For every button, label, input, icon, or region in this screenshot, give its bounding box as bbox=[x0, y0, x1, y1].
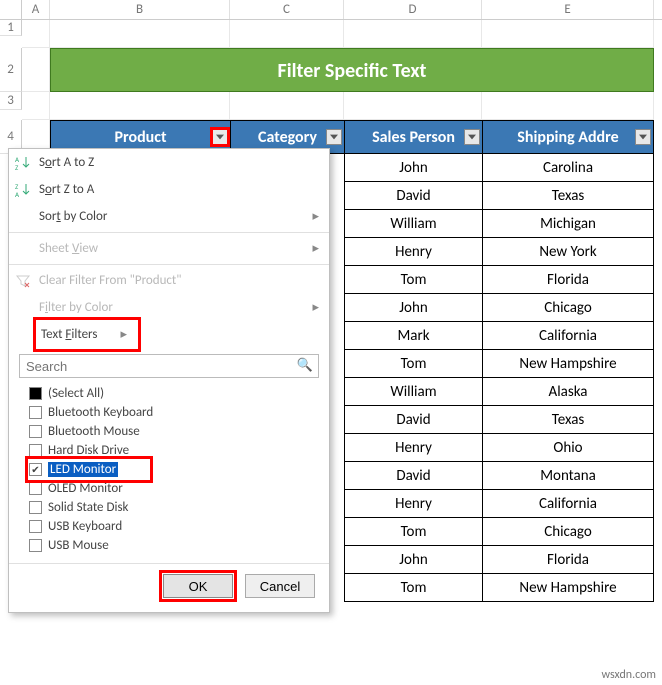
select-all-corner[interactable] bbox=[0, 0, 22, 19]
table-row: JohnChicago bbox=[344, 294, 662, 322]
cell-addr[interactable]: Ohio bbox=[482, 434, 654, 462]
col-header-C[interactable]: C bbox=[230, 0, 344, 19]
cell-addr[interactable]: Texas bbox=[482, 182, 654, 210]
sort-az-icon: AZ bbox=[15, 155, 31, 171]
check-item[interactable]: USB Mouse bbox=[29, 536, 319, 555]
th-category-label: Category bbox=[258, 128, 317, 147]
cell-person[interactable]: John bbox=[344, 294, 482, 322]
table-row: HenryOhio bbox=[344, 434, 662, 462]
table-row: DavidTexas bbox=[344, 182, 662, 210]
menu-text-filters[interactable]: Text Filters bbox=[37, 321, 137, 348]
page-title: Filter Specific Text bbox=[50, 48, 654, 92]
table-row: TomNew Hampshire bbox=[344, 350, 662, 378]
table-row: HenryNew York bbox=[344, 238, 662, 266]
filter-search[interactable]: 🔍 bbox=[19, 354, 319, 378]
menu-sort-az[interactable]: AZ Sort A to Z bbox=[9, 149, 329, 176]
filter-button-category[interactable] bbox=[326, 129, 342, 145]
cell-addr[interactable]: Florida bbox=[482, 266, 654, 294]
cell-person[interactable]: Henry bbox=[344, 238, 482, 266]
col-header-A[interactable]: A bbox=[22, 0, 50, 19]
cell-person[interactable]: John bbox=[344, 154, 482, 182]
row-header-2[interactable]: 2 bbox=[0, 48, 22, 92]
filter-button-addr[interactable] bbox=[635, 129, 651, 145]
cell-addr[interactable]: California bbox=[482, 490, 654, 518]
table-row: JohnFlorida bbox=[344, 546, 662, 574]
check-select-all[interactable]: (Select All) bbox=[29, 384, 319, 403]
cell-person[interactable]: Tom bbox=[344, 518, 482, 546]
menu-sort-color[interactable]: Sort by Color bbox=[9, 203, 329, 230]
search-icon: 🔍 bbox=[297, 358, 313, 373]
cell-addr[interactable]: New York bbox=[482, 238, 654, 266]
cell-person[interactable]: John bbox=[344, 546, 482, 574]
th-person-label: Sales Person bbox=[372, 128, 455, 147]
svg-text:Z: Z bbox=[15, 163, 19, 171]
table-row: WilliamMichigan bbox=[344, 210, 662, 238]
menu-sheet-view: Sheet View bbox=[9, 235, 329, 262]
cell-person[interactable]: Henry bbox=[344, 434, 482, 462]
col-header-E[interactable]: E bbox=[482, 0, 654, 19]
cell-person[interactable]: Henry bbox=[344, 490, 482, 518]
check-led-monitor[interactable]: ✔LED Monitor bbox=[29, 460, 149, 479]
check-item[interactable]: Solid State Disk bbox=[29, 498, 319, 517]
watermark: wsxdn.com bbox=[601, 668, 656, 682]
table-row: JohnCarolina bbox=[344, 154, 662, 182]
filter-search-input[interactable] bbox=[19, 354, 319, 378]
table-row: WilliamAlaska bbox=[344, 378, 662, 406]
th-addr-label: Shipping Addre bbox=[517, 128, 618, 147]
filter-check-list: (Select All) Bluetooth Keyboard Bluetoot… bbox=[29, 384, 319, 555]
table-row: MarkCalifornia bbox=[344, 322, 662, 350]
table-row: DavidMontana bbox=[344, 462, 662, 490]
th-product-label: Product bbox=[114, 128, 166, 147]
filter-button-product[interactable] bbox=[212, 129, 228, 145]
col-header-B[interactable]: B bbox=[50, 0, 230, 19]
table-row: HenryCalifornia bbox=[344, 490, 662, 518]
cell-person[interactable]: Tom bbox=[344, 574, 482, 602]
row-header-1[interactable]: 1 bbox=[0, 20, 22, 36]
check-item[interactable]: OLED Monitor bbox=[29, 479, 319, 498]
col-header-D[interactable]: D bbox=[344, 0, 482, 19]
check-item[interactable]: Hard Disk Drive bbox=[29, 441, 319, 460]
cell-person[interactable]: Tom bbox=[344, 350, 482, 378]
cell-person[interactable]: David bbox=[344, 406, 482, 434]
menu-filter-color: Filter by Color bbox=[9, 294, 329, 321]
table-row: TomChicago bbox=[344, 518, 662, 546]
cell-addr[interactable]: Chicago bbox=[482, 518, 654, 546]
table-row: TomFlorida bbox=[344, 266, 662, 294]
cell-addr[interactable]: Chicago bbox=[482, 294, 654, 322]
cell-person[interactable]: William bbox=[344, 210, 482, 238]
cell-addr[interactable]: Florida bbox=[482, 546, 654, 574]
sort-za-icon: ZA bbox=[15, 182, 31, 198]
cell-addr[interactable]: Alaska bbox=[482, 378, 654, 406]
row-header-3[interactable]: 3 bbox=[0, 92, 22, 110]
cell-person[interactable]: Tom bbox=[344, 266, 482, 294]
svg-text:A: A bbox=[15, 190, 20, 198]
cell-person[interactable]: David bbox=[344, 462, 482, 490]
th-person: Sales Person bbox=[344, 120, 482, 154]
cell-person[interactable]: William bbox=[344, 378, 482, 406]
filter-menu: AZ Sort A to Z ZA Sort Z to A Sort by Co… bbox=[8, 148, 330, 613]
cell-addr[interactable]: Texas bbox=[482, 406, 654, 434]
cell-addr[interactable]: New Hampshire bbox=[482, 574, 654, 602]
check-item[interactable]: Bluetooth Keyboard bbox=[29, 403, 319, 422]
table-row: TomNew Hampshire bbox=[344, 574, 662, 602]
column-header-row: A B C D E bbox=[0, 0, 662, 20]
cancel-button[interactable]: Cancel bbox=[245, 574, 315, 598]
filter-button-person[interactable] bbox=[464, 129, 480, 145]
cell-addr[interactable]: Michigan bbox=[482, 210, 654, 238]
cell-addr[interactable]: Carolina bbox=[482, 154, 654, 182]
cell-person[interactable]: Mark bbox=[344, 322, 482, 350]
cell-addr[interactable]: New Hampshire bbox=[482, 350, 654, 378]
cell-person[interactable]: David bbox=[344, 182, 482, 210]
th-addr: Shipping Addre bbox=[482, 120, 654, 154]
ok-button[interactable]: OK bbox=[163, 574, 233, 598]
menu-clear-filter: Clear Filter From "Product" bbox=[9, 267, 329, 294]
menu-sort-za[interactable]: ZA Sort Z to A bbox=[9, 176, 329, 203]
clear-filter-icon bbox=[15, 273, 31, 289]
table-row: DavidTexas bbox=[344, 406, 662, 434]
cell-addr[interactable]: Montana bbox=[482, 462, 654, 490]
check-item[interactable]: Bluetooth Mouse bbox=[29, 422, 319, 441]
cell-addr[interactable]: California bbox=[482, 322, 654, 350]
check-item[interactable]: USB Keyboard bbox=[29, 517, 319, 536]
